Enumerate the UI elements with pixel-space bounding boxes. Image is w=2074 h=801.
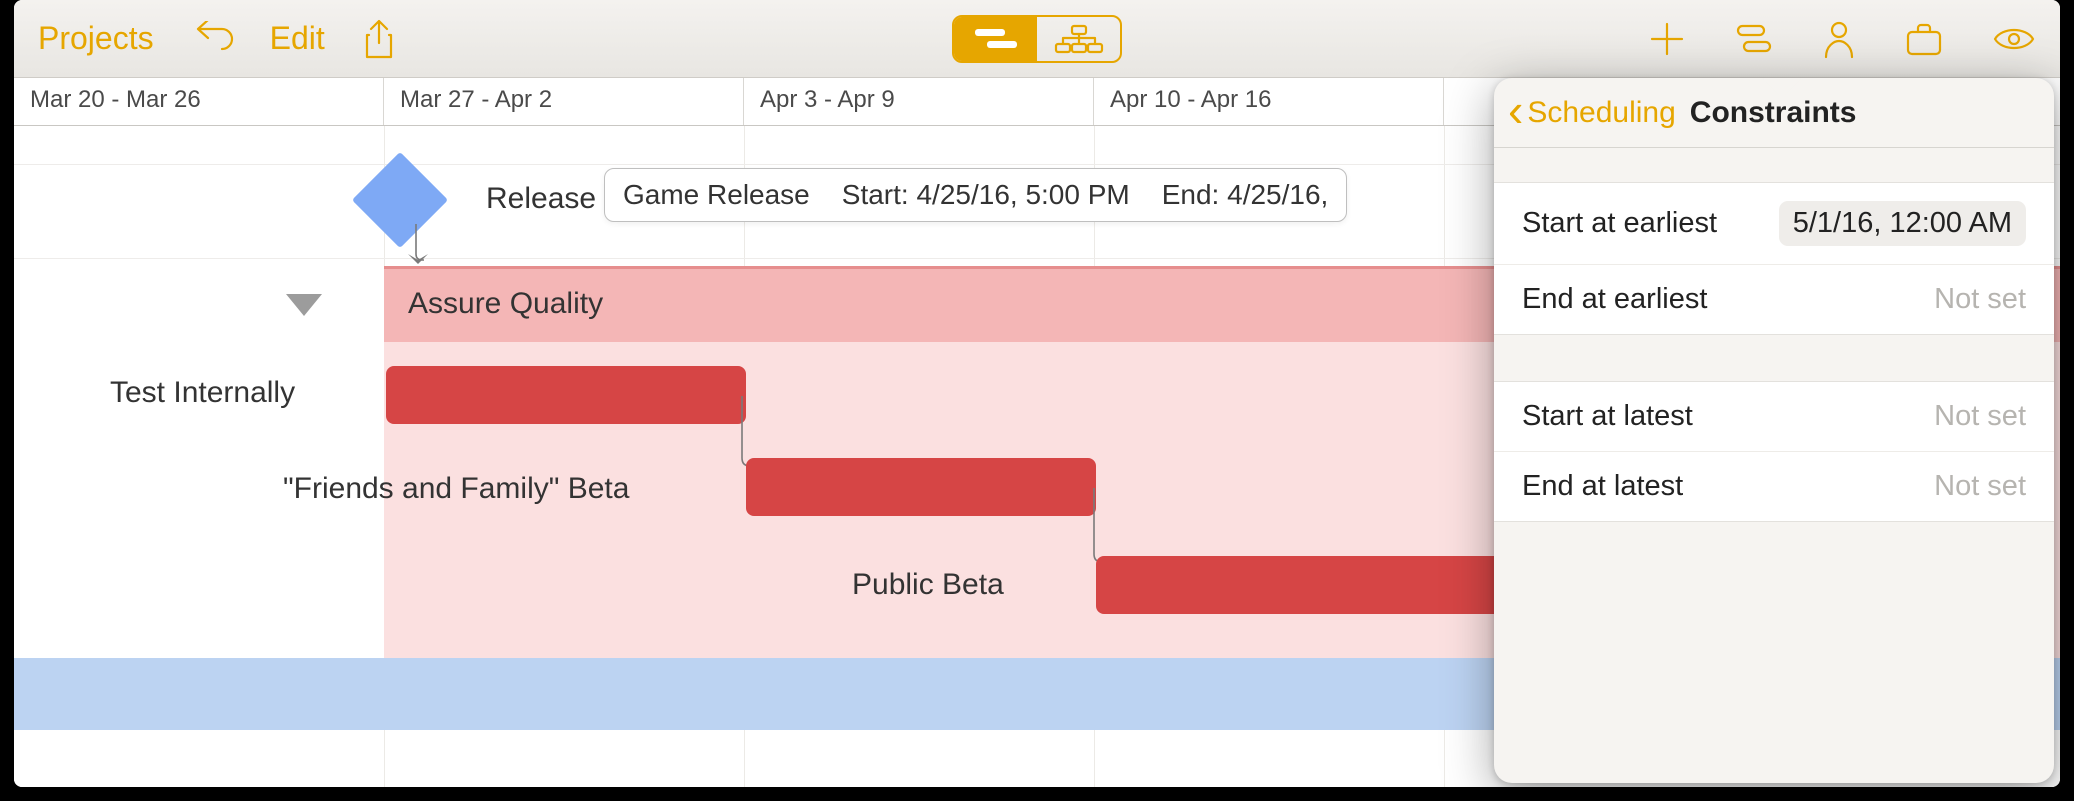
project-button[interactable] (1904, 20, 1944, 58)
constraint-value[interactable]: Not set (1934, 283, 2026, 316)
task-label: Combine Art and Code (444, 126, 748, 130)
task-bar-friends-beta[interactable] (746, 458, 1096, 516)
view-mode-segmented[interactable] (952, 15, 1122, 63)
undo-button[interactable] (190, 21, 234, 57)
chevron-left-icon: ‹ (1508, 87, 1523, 133)
network-view-segment[interactable] (1037, 17, 1120, 61)
task-label: Release (486, 182, 596, 216)
popover-title: Constraints (1690, 96, 1857, 130)
gantt-view-segment[interactable] (954, 17, 1037, 61)
tooltip-start: Start: 4/25/16, 5:00 PM (842, 179, 1130, 211)
disclosure-triangle-icon[interactable] (286, 294, 322, 316)
task-label: Public Beta (852, 568, 1004, 602)
constraint-label: Start at earliest (1522, 207, 1717, 240)
constraints-popover: ‹ Scheduling Constraints Start at earlie… (1494, 78, 2054, 783)
toolbar: Projects Edit (14, 0, 2060, 78)
add-button[interactable] (1648, 20, 1686, 58)
constraint-label: Start at latest (1522, 400, 1693, 433)
constraints-group-earliest: Start at earliest 5/1/16, 12:00 AM End a… (1494, 182, 2054, 335)
popover-back-label: Scheduling (1527, 96, 1675, 130)
undo-icon (190, 21, 234, 57)
constraint-label: End at earliest (1522, 283, 1707, 316)
date-column: Apr 3 - Apr 9 (744, 78, 1094, 125)
constraint-row-start-earliest[interactable]: Start at earliest 5/1/16, 12:00 AM (1494, 183, 2054, 265)
constraint-label: End at latest (1522, 470, 1683, 503)
popover-back-button[interactable]: ‹ Scheduling (1508, 93, 1676, 133)
task-inspector-icon (1734, 20, 1774, 58)
share-button[interactable] (361, 17, 397, 61)
task-tooltip: Game Release Start: 4/25/16, 5:00 PM End… (604, 168, 1347, 222)
task-label: Test Internally (110, 376, 295, 410)
date-column: Apr 10 - Apr 16 (1094, 78, 1444, 125)
inspector-button[interactable] (1734, 20, 1774, 58)
edit-button[interactable]: Edit (270, 20, 325, 57)
person-icon (1822, 19, 1856, 59)
share-icon (361, 17, 397, 61)
dependency-link (408, 224, 438, 272)
resource-button[interactable] (1822, 19, 1856, 59)
constraint-row-end-earliest[interactable]: End at earliest Not set (1494, 265, 2054, 334)
task-label: "Friends and Family" Beta (283, 472, 629, 506)
projects-button[interactable]: Projects (38, 20, 154, 57)
view-options-button[interactable] (1992, 24, 2036, 54)
network-icon (1052, 24, 1106, 54)
tooltip-end: End: 4/25/16, (1162, 179, 1329, 211)
constraint-row-start-latest[interactable]: Start at latest Not set (1494, 382, 2054, 452)
constraint-value[interactable]: Not set (1934, 470, 2026, 503)
constraint-value[interactable]: Not set (1934, 400, 2026, 433)
plus-icon (1648, 20, 1686, 58)
date-column: Mar 27 - Apr 2 (384, 78, 744, 125)
briefcase-icon (1904, 20, 1944, 58)
constraints-group-latest: Start at latest Not set End at latest No… (1494, 381, 2054, 522)
task-bar-test-internally[interactable] (386, 366, 746, 424)
tooltip-name: Game Release (623, 179, 810, 211)
eye-icon (1992, 24, 2036, 54)
date-column: Mar 20 - Mar 26 (14, 78, 384, 125)
constraint-row-end-latest[interactable]: End at latest Not set (1494, 452, 2054, 521)
constraint-value[interactable]: 5/1/16, 12:00 AM (1779, 201, 2026, 246)
gantt-icon (973, 25, 1019, 53)
popover-header: ‹ Scheduling Constraints (1494, 78, 2054, 148)
